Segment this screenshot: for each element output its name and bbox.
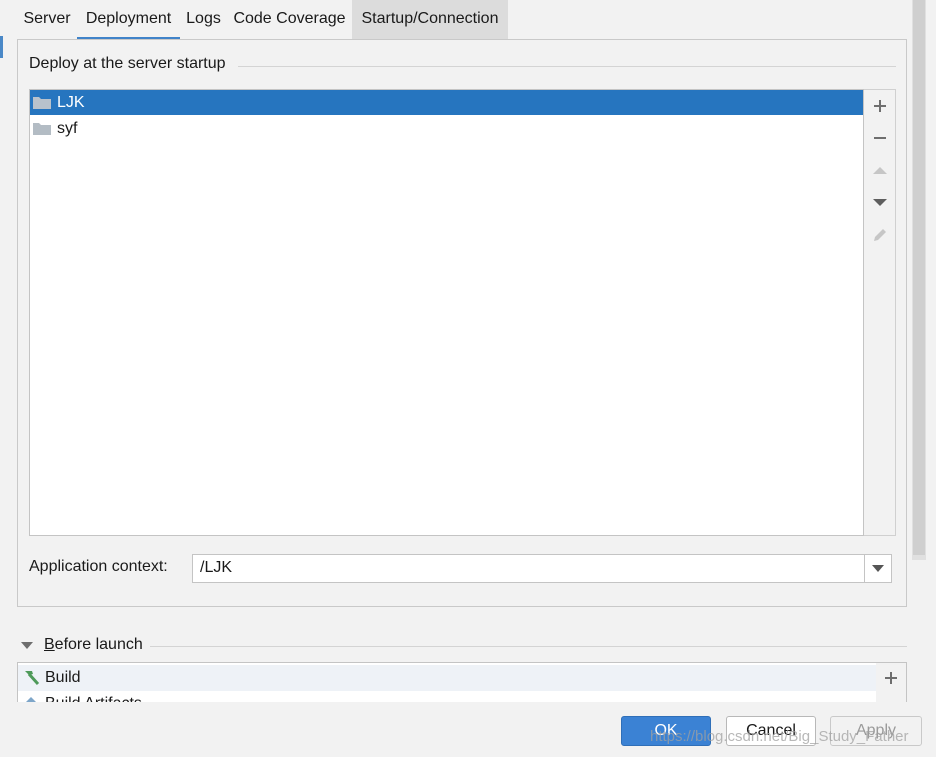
deploy-group-title: Deploy at the server startup (29, 55, 232, 73)
before-launch-mnemonic: B (44, 636, 55, 653)
list-item-label: syf (57, 120, 78, 137)
edit-icon (874, 229, 886, 241)
left-edge-indicator (0, 36, 3, 58)
move-up-icon (873, 167, 887, 174)
list-item[interactable]: syf (30, 116, 863, 141)
before-launch-toolbar (876, 662, 907, 702)
application-context-combobox[interactable]: /LJK (192, 554, 892, 583)
chevron-down-icon (872, 564, 884, 572)
list-item-label: Build (45, 669, 81, 686)
group-separator (238, 66, 896, 67)
tab-server[interactable]: Server (17, 0, 77, 40)
list-item-label: LJK (57, 94, 85, 111)
move-down-icon (873, 199, 887, 206)
add-icon[interactable] (884, 671, 898, 685)
hammer-icon (25, 671, 40, 686)
list-item-label: Build Artifacts (45, 691, 142, 702)
folder-icon (33, 123, 51, 135)
list-item[interactable]: LJK (30, 90, 863, 115)
collapse-arrow-icon[interactable] (21, 642, 33, 650)
deploy-toolbar (864, 89, 896, 536)
watermark-text: https://blog.csdn.net/Big_Study_Father (650, 728, 909, 745)
before-launch-list[interactable]: Build Build Artifacts (17, 662, 877, 702)
before-launch-separator (150, 646, 907, 647)
add-icon (874, 100, 886, 112)
deploy-list[interactable]: LJK syf (29, 89, 864, 536)
before-launch-title-rest: efore launch (54, 636, 143, 653)
move-down-button[interactable] (864, 189, 896, 217)
tab-startup-connection[interactable]: Startup/Connection (352, 0, 508, 40)
move-up-button[interactable] (864, 157, 896, 185)
tab-code-coverage[interactable]: Code Coverage (227, 0, 352, 40)
remove-icon (874, 137, 886, 139)
list-item[interactable]: Build Artifacts (18, 691, 876, 702)
application-context-label: Application context: (29, 558, 168, 575)
add-button[interactable] (864, 92, 896, 120)
edit-button[interactable] (864, 221, 896, 249)
tab-deployment[interactable]: Deployment (77, 0, 180, 40)
tab-bar: Server Deployment Logs Code Coverage Sta… (0, 0, 936, 40)
remove-button[interactable] (864, 124, 896, 152)
folder-icon (33, 97, 51, 109)
list-item[interactable]: Build (18, 665, 876, 691)
tab-logs[interactable]: Logs (180, 0, 227, 40)
scrollbar-thumb[interactable] (913, 0, 925, 555)
application-context-dropdown[interactable] (864, 555, 891, 582)
application-context-value[interactable]: /LJK (200, 559, 232, 577)
before-launch-title[interactable]: Before launch (44, 636, 143, 654)
